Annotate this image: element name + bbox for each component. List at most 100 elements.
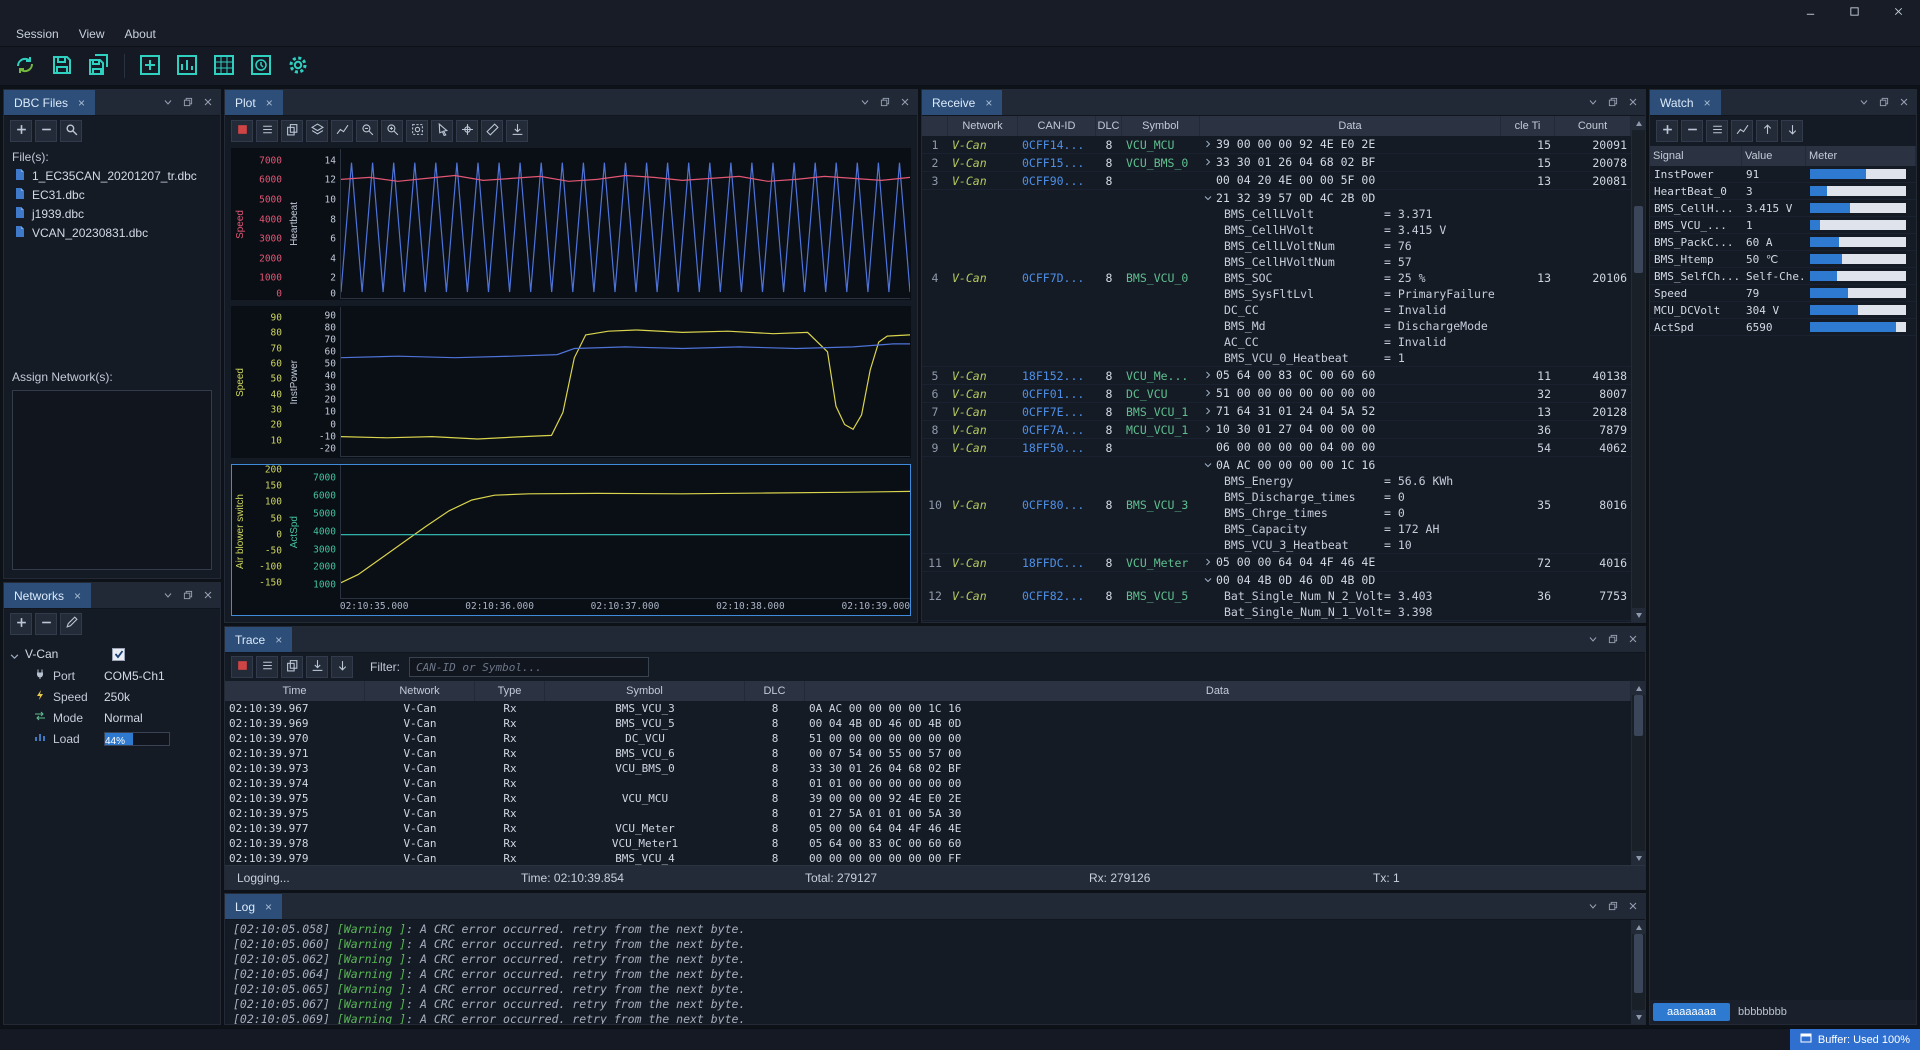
panel-float-button[interactable] [876,94,893,111]
tab-close-icon[interactable]: × [985,96,992,110]
receive-row[interactable]: 10 V-Can 0CFF80... 8 BMS_VCU_3 0A AC 00 00 00… [922,457,1631,554]
tab-plot[interactable]: Plot × [225,90,283,115]
signal-row[interactable]: BMS_Md = DischargeMode [1204,318,1497,334]
receive-row[interactable]: 11 V-Can 18FFDC... 8 VCU_Meter 05 00 00 64 04… [922,554,1631,572]
export-button[interactable] [306,656,328,678]
panel-menu-button[interactable] [159,587,176,604]
tab-log[interactable]: Log × [225,894,283,919]
zoom-out-button[interactable] [356,120,378,142]
panel-close-button[interactable] [1895,94,1912,111]
panel-close-button[interactable] [1624,94,1641,111]
line-chart-button[interactable] [331,120,353,142]
receive-row[interactable]: 1 V-Can 0CFF14... 8 VCU_MCU 39 00 00 00 92 4E… [922,136,1631,154]
signal-row[interactable]: BMS_VCU_3_Heatbeat = 10 [1204,537,1497,553]
dbc-file-item[interactable]: VCAN_20230831.dbc [8,223,216,242]
collapse-icon[interactable] [1204,461,1216,469]
tab-close-icon[interactable]: × [275,633,282,647]
grid-view-button[interactable] [209,51,239,81]
inspect-dbc-button[interactable] [60,120,82,142]
add-dbc-button[interactable] [10,120,32,142]
tab-watch[interactable]: Watch × [1650,90,1721,115]
stack-button[interactable] [306,120,328,142]
watch-row[interactable]: BMS_VCU_... 1 [1650,217,1916,234]
trace-row[interactable]: 02:10:39.967 V-Can Rx BMS_VCU_3 8 0A AC 00 00… [225,701,1631,716]
remove-signal-button[interactable] [1681,120,1703,142]
add-view-button[interactable] [135,51,165,81]
expand-icon[interactable] [1204,140,1216,148]
dbc-file-item[interactable]: EC31.dbc [8,185,216,204]
tab-networks[interactable]: Networks × [4,583,92,608]
signal-row[interactable]: BMS_CellHVoltNum = 57 [1204,254,1497,270]
tab-close-icon[interactable]: × [265,900,272,914]
scrollbar-thumb[interactable] [1634,206,1643,274]
signal-row[interactable]: BMS_Chrge_times = 0 [1204,505,1497,521]
copy-button[interactable] [281,120,303,142]
column-header[interactable]: Signal [1650,146,1742,166]
tab-receive[interactable]: Receive × [922,90,1003,115]
add-network-button[interactable] [10,613,32,635]
signal-row[interactable]: BMS_CellHVolt = 3.415 V [1204,222,1497,238]
chart[interactable]: Speed 90 80 70 60 50 40 30 20 10 InstPower 90 80 70 60… [231,306,911,458]
collapse-icon[interactable] [1204,576,1216,584]
signal-row[interactable]: DC_CC = Invalid [1204,302,1497,318]
column-header[interactable]: Count [1555,116,1631,136]
panel-menu-button[interactable] [1584,898,1601,915]
watch-row[interactable]: BMS_SelfCh...Self-Che... [1650,268,1916,285]
close-button[interactable] [1876,0,1920,22]
receive-row[interactable]: 2 V-Can 0CFF15... 8 VCU_BMS_0 33 30 01 26 04 … [922,154,1631,172]
trace-row[interactable]: 02:10:39.977 V-Can Rx VCU_Meter 8 05 00 00 64… [225,821,1631,836]
watch-row[interactable]: InstPower 91 [1650,166,1916,183]
signal-row[interactable]: BMS_VCU_0_Heatbeat = 1 [1204,350,1497,366]
copy-button[interactable] [281,656,303,678]
edit-network-button[interactable] [60,613,82,635]
watch-row[interactable]: MCU_DCVolt 304 V [1650,302,1916,319]
column-header[interactable]: Network [365,681,475,701]
panel-close-button[interactable] [199,587,216,604]
network-checkbox[interactable] [112,647,126,661]
panel-float-button[interactable] [179,587,196,604]
column-header[interactable]: Type [475,681,545,701]
menu-view[interactable]: View [69,24,115,44]
plot-area[interactable] [340,307,910,457]
watch-row[interactable]: BMS_Htemp 50 ℃ [1650,251,1916,268]
expand-icon[interactable] [1204,389,1216,397]
receive-row[interactable]: 5 V-Can 18F152... 8 VCU_Me... 05 64 00 83 0C … [922,367,1631,385]
chart[interactable]: Speed 7000 6000 5000 4000 3000 2000 1000 0 Heartb… [231,148,911,300]
crosshair-button[interactable] [456,120,478,142]
signal-row[interactable]: BMS_CellLVoltNum = 76 [1204,238,1497,254]
signal-row[interactable]: Bat_Single_Num_N_1_Volt= 3.398 [1204,604,1497,620]
scroll-follow-button[interactable] [331,656,353,678]
tab-close-icon[interactable]: × [78,96,85,110]
panel-close-button[interactable] [896,94,913,111]
plot-view-button[interactable] [172,51,202,81]
column-header[interactable]: DLC [745,681,805,701]
network-prop-port[interactable]: Port COM5-Ch1 [10,665,214,686]
scroll-up-button[interactable] [1632,681,1645,695]
move-down-button[interactable] [1781,120,1803,142]
receive-row[interactable]: 3 V-Can 0CFF90... 8 00 04 20 4E 00 00 5F 00 1… [922,172,1631,190]
remove-network-button[interactable] [35,613,57,635]
receive-row[interactable]: 8 V-Can 0CFF7A... 8 MCU_VCU_1 10 30 01 27 04 … [922,421,1631,439]
plot-area[interactable] [340,465,910,599]
network-root-item[interactable]: V-Can [10,643,214,665]
panel-menu-button[interactable] [856,94,873,111]
panel-float-button[interactable] [1604,898,1621,915]
record-button[interactable] [231,120,253,142]
trace-row[interactable]: 02:10:39.974 V-Can Rx 8 01 01 00 00 00 00 00… [225,776,1631,791]
watch-row[interactable]: BMS_PackC... 60 A [1650,234,1916,251]
expander-icon[interactable] [10,650,19,659]
tab-trace[interactable]: Trace × [225,627,293,652]
expand-icon[interactable] [1204,371,1216,379]
scrollbar-thumb[interactable] [1634,934,1643,994]
trace-row[interactable]: 02:10:39.973 V-Can Rx VCU_BMS_0 8 33 30 01 26… [225,761,1631,776]
panel-menu-button[interactable] [1584,94,1601,111]
network-prop-mode[interactable]: Mode Normal [10,707,214,728]
panel-menu-button[interactable] [1584,631,1601,648]
expand-icon[interactable] [1204,158,1216,166]
panel-menu-button[interactable] [159,94,176,111]
panel-menu-button[interactable] [1855,94,1872,111]
signal-row[interactable]: BMS_SOC = 25 % [1204,270,1497,286]
trace-row[interactable]: 02:10:39.975 V-Can Rx VCU_MCU 8 39 00 00 00 9… [225,791,1631,806]
signal-row[interactable]: BMS_CellLVolt = 3.371 [1204,206,1497,222]
scroll-up-button[interactable] [1632,116,1645,130]
